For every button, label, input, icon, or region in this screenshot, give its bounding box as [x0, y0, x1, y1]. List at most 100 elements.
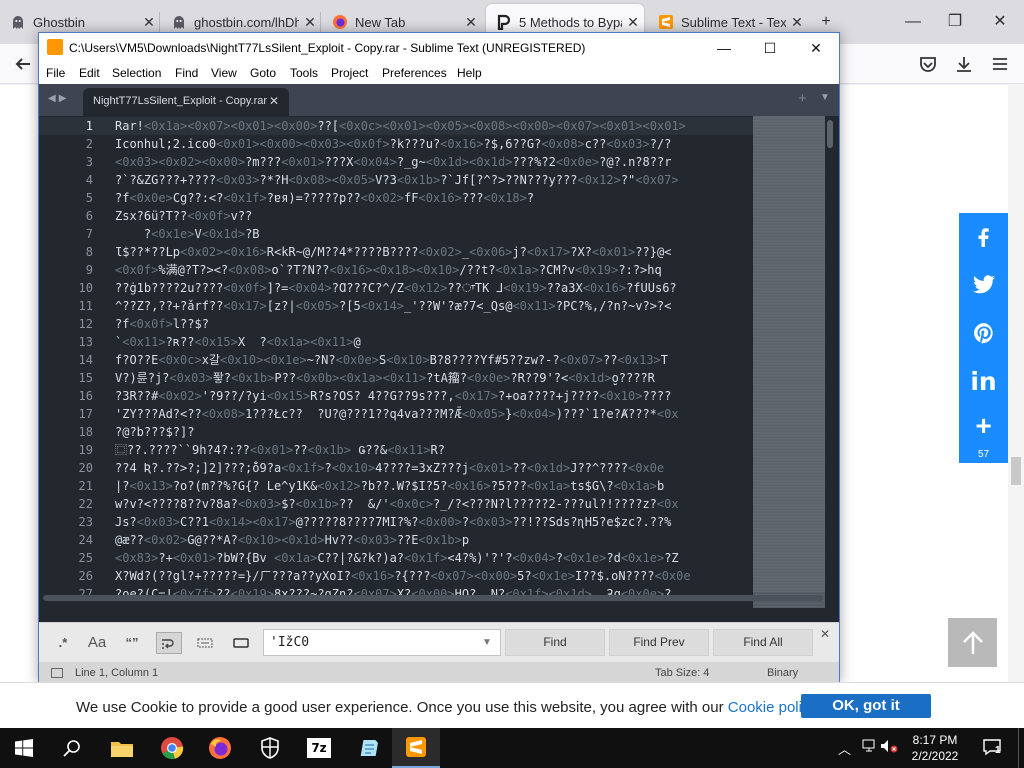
menu-goto[interactable]: Goto	[250, 66, 276, 80]
minimize-icon[interactable]: —	[898, 8, 928, 36]
menu-tools[interactable]: Tools	[290, 66, 318, 80]
page-scrollbar[interactable]	[1008, 84, 1024, 728]
twitter-icon[interactable]	[959, 261, 1008, 309]
find-button[interactable]: Find	[505, 629, 605, 656]
pocket-icon[interactable]	[914, 50, 942, 78]
arrow-up-icon	[962, 630, 983, 654]
menu-selection[interactable]: Selection	[112, 66, 161, 80]
close-window-icon[interactable]: ✕	[985, 8, 1015, 36]
line-number: 9	[85, 263, 93, 277]
line-number: 15	[78, 371, 93, 385]
sublime-file-tab[interactable]: NightT77LsSilent_Exploit - Copy.rar ✕	[83, 88, 289, 116]
line-number: 5	[85, 191, 93, 205]
case-sensitive-toggle[interactable]: Aa	[84, 632, 110, 654]
code-line: <0x03><0x02><0x00>?m???<0x01>???X<0x04>?…	[115, 155, 672, 169]
volume-muted-icon[interactable]	[880, 739, 898, 756]
tab-separator	[320, 12, 321, 32]
minimize-icon[interactable]: —	[701, 35, 747, 61]
7zip-icon[interactable]: 7z	[295, 728, 343, 768]
more-share-icon[interactable]: +	[959, 405, 1008, 447]
hamburger-menu-icon[interactable]	[986, 50, 1014, 78]
find-panel: .* Aa “” 'IžC0 ▼ Find Find Prev Find All…	[39, 622, 839, 662]
security-shield-icon[interactable]	[246, 728, 294, 768]
code-line: `<0x11>?ʀ??<0x15>X ?<0x1a><0x11>@	[115, 335, 361, 349]
code-line: @æ??<0x02>G@??*A?<0x10><0x1d>Hv??<0x03>?…	[115, 533, 470, 547]
close-find-icon[interactable]: ✕	[820, 627, 830, 641]
menu-view[interactable]: View	[211, 66, 237, 80]
menu-find[interactable]: Find	[175, 66, 198, 80]
find-prev-button[interactable]: Find Prev	[609, 629, 709, 656]
scroll-to-top-button[interactable]	[948, 618, 997, 667]
restore-icon[interactable]: ❐	[940, 8, 970, 36]
sublime-icon	[658, 14, 674, 30]
close-tab-icon[interactable]: ✕	[460, 14, 482, 31]
facebook-icon[interactable]	[959, 213, 1008, 261]
vertical-scrollbar-thumb[interactable]	[827, 120, 833, 148]
firefox-icon	[332, 14, 348, 30]
tab-nav-arrows-icon[interactable]: ◀▶	[48, 93, 69, 104]
code-line: |?<0x13>?o?(m??%?G{? Le^y1K&<0x12>?b??.W…	[115, 479, 665, 493]
start-windows-icon[interactable]	[0, 728, 48, 768]
line-number: 11	[78, 299, 93, 313]
wrap-toggle-icon[interactable]	[156, 632, 182, 654]
sublime-title-bar: C:\Users\VM5\Downloads\NightT77LsSilent_…	[39, 33, 839, 62]
line-number: 23	[78, 515, 93, 529]
notepad-icon[interactable]	[344, 728, 392, 768]
code-line: ^??Z?,??+?ǎrf??<0x17>[z?|<0x05>?[5<0x14>…	[115, 299, 672, 313]
regex-toggle[interactable]: .*	[50, 632, 76, 654]
system-clock[interactable]: 8:17 PM 2/2/2022	[900, 732, 970, 764]
menu-project[interactable]: Project	[331, 66, 368, 80]
close-tab-icon[interactable]: ✕	[299, 14, 321, 31]
new-file-icon[interactable]: +	[798, 90, 807, 107]
code-editor[interactable]: 1 2 3 4 5 6 7 8 9 10 11 12 13 14 15 16 17 18 19 20 21 22 23 24 2…	[39, 116, 839, 608]
find-all-button[interactable]: Find All	[713, 629, 813, 656]
scrollbar-thumb[interactable]	[1011, 457, 1021, 485]
close-tab-icon[interactable]: ✕	[269, 94, 279, 108]
chrome-icon[interactable]	[148, 728, 196, 768]
horizontal-scrollbar-thumb[interactable]	[43, 595, 823, 601]
line-number: 3	[85, 155, 93, 169]
sublime-taskbar-icon[interactable]	[392, 728, 440, 768]
whole-word-toggle[interactable]: “”	[119, 632, 145, 654]
show-desktop-button[interactable]	[1018, 728, 1024, 768]
file-explorer-icon[interactable]	[98, 728, 146, 768]
firefox-icon[interactable]	[196, 728, 244, 768]
download-icon[interactable]	[950, 50, 978, 78]
menu-file[interactable]: File	[46, 66, 65, 80]
network-icon[interactable]	[862, 739, 878, 756]
close-window-icon[interactable]: ✕	[793, 35, 839, 61]
menu-preferences[interactable]: Preferences	[382, 66, 447, 80]
cursor-position[interactable]: Line 1, Column 1	[75, 667, 158, 679]
linkedin-icon[interactable]: in	[959, 357, 1008, 405]
code-line: X?Wd?(??gl?+?????=}/ㄏ???a??yXoI?<0x16>?{…	[115, 569, 691, 583]
tab-size[interactable]: Tab Size: 4	[655, 667, 709, 679]
code-line: ?`?&ZG???+????<0x03>?*?H<0x08><0x05>V?3<…	[115, 173, 679, 187]
tab-separator	[159, 12, 160, 32]
ghost-icon	[10, 14, 26, 30]
toggle-panel-icon[interactable]	[51, 668, 63, 678]
line-number: 14	[78, 353, 93, 367]
line-number: 16	[78, 389, 93, 403]
close-tab-icon[interactable]: ✕	[786, 14, 808, 31]
close-tab-icon[interactable]: ✕	[138, 14, 160, 31]
close-tab-icon[interactable]: ✕	[622, 14, 644, 31]
tab-list-dropdown-icon[interactable]: ▼	[820, 92, 830, 103]
show-hidden-icons-chevron-icon[interactable]: ︿	[838, 739, 851, 758]
cookie-accept-button[interactable]: OK, got it	[801, 694, 931, 718]
back-arrow-icon[interactable]	[9, 50, 37, 78]
file-encoding[interactable]: Binary	[767, 667, 798, 679]
search-icon[interactable]	[48, 728, 96, 768]
pinterest-icon[interactable]	[959, 309, 1008, 357]
in-selection-toggle-icon[interactable]	[192, 632, 218, 654]
line-number: 6	[85, 209, 93, 223]
maximize-icon[interactable]: ☐	[747, 35, 793, 61]
find-history-dropdown-icon[interactable]: ▼	[482, 637, 492, 648]
menu-edit[interactable]: Edit	[79, 66, 100, 80]
windows-taskbar: 7z ︿ 8:17 PM 2/2/2022 1	[0, 728, 1024, 768]
clock-date: 2/2/2022	[911, 749, 959, 763]
minimap[interactable]	[753, 116, 825, 608]
highlight-matches-toggle-icon[interactable]	[228, 632, 254, 654]
find-input[interactable]: 'IžC0	[263, 629, 501, 656]
minimap-viewport[interactable]	[753, 116, 825, 592]
menu-help[interactable]: Help	[457, 66, 482, 80]
